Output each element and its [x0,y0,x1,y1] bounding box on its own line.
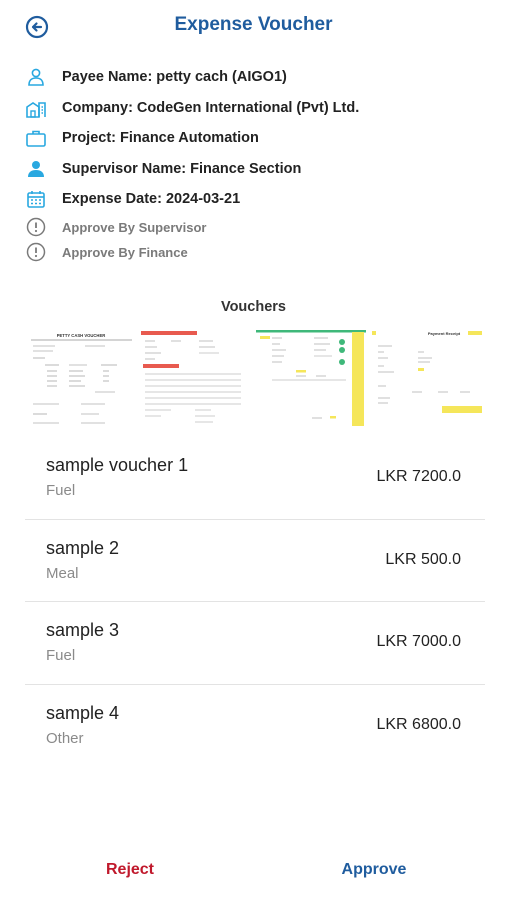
voucher-category: Fuel [46,482,76,499]
thumbnail-4-title: Payment Receipt [427,331,460,336]
approve-button[interactable]: Approve [314,861,434,879]
user-outline-icon [25,66,47,88]
approve-supervisor-status: Approve By Supervisor [62,219,207,235]
voucher-thumbnail-3[interactable] [256,328,370,428]
voucher-name: sample 4 [46,702,120,723]
app-header: Expense Voucher [0,0,507,52]
thumbnail-1-title: PETTY CASH VOUCHER [57,333,106,338]
payee-row: Payee Name: petty cach (AIGO1) [25,62,485,93]
voucher-amount: LKR 7000.0 [376,633,461,650]
project-name: Project: Finance Automation [62,130,259,147]
vouchers-heading: Vouchers [220,299,286,315]
list-item[interactable]: sample 4 Other LKR 6800.0 [25,685,485,768]
voucher-category: Fuel [46,647,76,664]
voucher-thumbnail-4[interactable]: Payment Receipt [371,328,485,428]
page-title: Expense Voucher [174,14,333,35]
supervisor-name: Supervisor Name: Finance Section [62,160,302,177]
voucher-amount: LKR 500.0 [385,550,461,568]
approve-finance-row: Approve By Finance [25,240,485,265]
voucher-list: sample voucher 1 Fuel LKR 7200.0 sample … [25,437,485,767]
voucher-name: sample 2 [46,537,120,558]
approve-finance-status: Approve By Finance [62,244,188,260]
voucher-category: Other [46,729,84,747]
voucher-category: Meal [46,564,79,582]
user-filled-icon [25,158,47,180]
alert-circle-icon [25,241,47,263]
action-bar: Reject Approve [0,855,507,890]
payee-name: Payee Name: petty cach (AIGO1) [62,69,287,86]
reject-button[interactable]: Reject [70,861,190,879]
company-name: Company: CodeGen International (Pvt) Ltd… [62,99,360,116]
list-item[interactable]: sample 3 Fuel LKR 7000.0 [25,602,485,685]
project-row: Project: Finance Automation [25,123,485,154]
supervisor-row: Supervisor Name: Finance Section [25,154,485,185]
company-row: Company: CodeGen International (Pvt) Ltd… [25,93,485,124]
voucher-name: sample voucher 1 [46,455,189,475]
alert-circle-icon [25,216,47,238]
voucher-amount: LKR 7200.0 [376,468,461,485]
voucher-name: sample 3 [46,620,120,640]
expense-date-row: Expense Date: 2024-03-21 [25,184,485,215]
voucher-amount: LKR 6800.0 [376,715,461,733]
list-item[interactable]: sample voucher 1 Fuel LKR 7200.0 [25,437,485,520]
briefcase-icon [25,127,47,149]
building-icon [25,97,47,119]
calendar-icon [25,188,47,210]
voucher-thumbnail-1[interactable]: PETTY CASH VOUCHER [25,328,139,428]
voucher-thumbnail-2[interactable] [140,328,254,428]
approve-supervisor-row: Approve By Supervisor [25,215,485,240]
voucher-thumbnails: PETTY CASH VOUCHER Payment Receipt [25,328,485,428]
list-item[interactable]: sample 2 Meal LKR 500.0 [25,520,485,602]
expense-date: Expense Date: 2024-03-21 [62,191,241,208]
voucher-details: Payee Name: petty cach (AIGO1) Company: … [25,62,485,265]
